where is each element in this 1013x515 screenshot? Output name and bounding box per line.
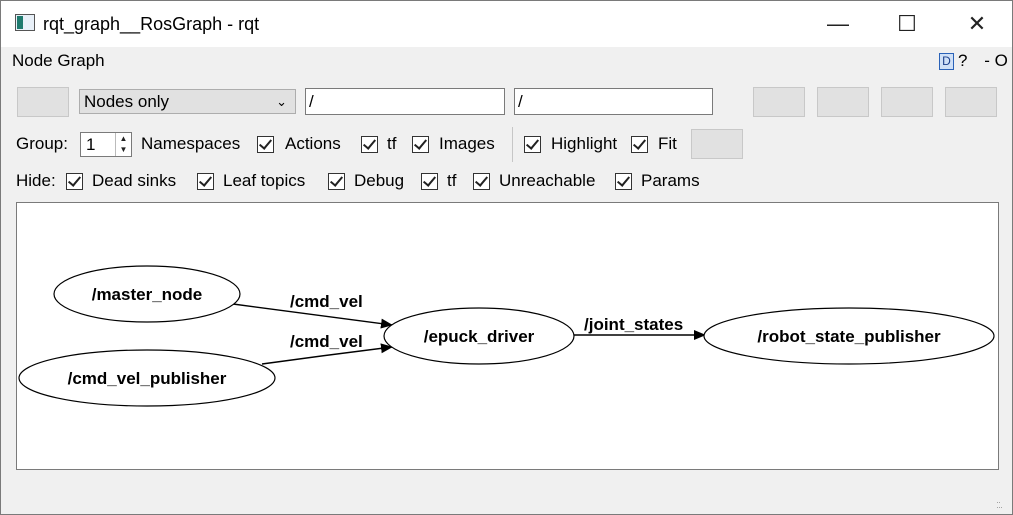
tf-group-label: tf bbox=[387, 134, 397, 153]
params-checkbox[interactable] bbox=[615, 173, 632, 190]
actions-checkbox[interactable] bbox=[257, 136, 274, 153]
edge-label-cmd-vel: /cmd_vel bbox=[290, 292, 363, 311]
refresh-button[interactable] bbox=[17, 87, 69, 117]
plugin-controls: D? - O bbox=[939, 51, 1008, 71]
dead-sinks-checkbox[interactable] bbox=[66, 173, 83, 190]
fit-checkbox[interactable] bbox=[631, 136, 648, 153]
hide-tf-checkbox[interactable] bbox=[421, 173, 438, 190]
node-label: /robot_state_publisher bbox=[757, 327, 941, 346]
graph-mode-select[interactable]: Nodes only ⌄ bbox=[79, 89, 296, 114]
close-icon: ✕ bbox=[967, 11, 987, 36]
node-label: /master_node bbox=[92, 285, 203, 304]
node-robot-state-publisher[interactable]: /robot_state_publisher bbox=[703, 307, 995, 365]
spinner-arrows-icon[interactable]: ▲ ▼ bbox=[115, 133, 131, 156]
images-label: Images bbox=[439, 134, 495, 153]
topic-filter-input[interactable]: / bbox=[514, 88, 713, 115]
namespaces-label: Namespaces bbox=[141, 134, 241, 153]
minimize-icon: — bbox=[827, 11, 849, 36]
leaf-topics-checkbox[interactable] bbox=[197, 173, 214, 190]
resize-grip-icon[interactable]: ·· ··· bbox=[996, 498, 1006, 512]
graph-svg: /cmd_vel /cmd_vel /joint_states /master_… bbox=[18, 265, 995, 407]
maximize-button[interactable]: ☐ bbox=[884, 1, 930, 47]
highlight-checkbox[interactable] bbox=[524, 136, 541, 153]
node-cmd-vel-publisher[interactable]: /cmd_vel_publisher bbox=[18, 349, 276, 407]
debug-checkbox[interactable] bbox=[328, 173, 345, 190]
group-label: Group: bbox=[16, 134, 68, 153]
rqt-app-icon bbox=[15, 14, 35, 31]
edge-label-joint-states: /joint_states bbox=[584, 315, 683, 334]
fit-view-button[interactable] bbox=[691, 129, 743, 159]
help-button[interactable]: ? bbox=[958, 51, 967, 70]
rqt-window: rqt_graph__RosGraph - rqt — ☐ ✕ Node Gra… bbox=[0, 0, 1013, 515]
title-bar[interactable]: rqt_graph__RosGraph - rqt — ☐ ✕ bbox=[1, 1, 1012, 47]
hide-tf-label: tf bbox=[447, 171, 457, 190]
unreachable-label: Unreachable bbox=[499, 171, 596, 190]
debug-label: Debug bbox=[354, 171, 405, 190]
graph-mode-value: Nodes only bbox=[84, 92, 170, 111]
close-button[interactable]: ✕ bbox=[954, 1, 1000, 47]
actions-label: Actions bbox=[285, 134, 341, 153]
dead-sinks-label: Dead sinks bbox=[92, 171, 177, 190]
group-depth-spinbox[interactable]: 1 ▲ ▼ bbox=[80, 132, 132, 157]
leaf-topics-label: Leaf topics bbox=[223, 171, 306, 190]
highlight-label: Highlight bbox=[551, 134, 618, 153]
node-label: /cmd_vel_publisher bbox=[68, 369, 227, 388]
params-label: Params bbox=[641, 171, 700, 190]
load-dot-button[interactable] bbox=[753, 87, 805, 117]
namespace-filter-input[interactable]: / bbox=[305, 88, 505, 115]
graph-canvas[interactable]: /cmd_vel /cmd_vel /joint_states /master_… bbox=[16, 202, 999, 470]
images-checkbox[interactable] bbox=[412, 136, 429, 153]
save-dot-button[interactable] bbox=[817, 87, 869, 117]
plugin-title: Node Graph bbox=[12, 51, 105, 70]
node-label: /epuck_driver bbox=[424, 327, 535, 346]
node-epuck-driver[interactable]: /epuck_driver bbox=[383, 307, 575, 365]
hide-label: Hide: bbox=[16, 171, 56, 190]
edge-label-cmd-vel: /cmd_vel bbox=[290, 332, 363, 351]
maximize-icon: ☐ bbox=[897, 11, 917, 36]
group-depth-value: 1 bbox=[86, 135, 96, 154]
plugin-window-controls[interactable]: - O bbox=[984, 51, 1008, 70]
fit-label: Fit bbox=[658, 134, 677, 153]
unreachable-checkbox[interactable] bbox=[473, 173, 490, 190]
dock-icon[interactable]: D bbox=[939, 53, 954, 71]
window-title: rqt_graph__RosGraph - rqt bbox=[43, 14, 260, 34]
save-image-button[interactable] bbox=[945, 87, 997, 117]
tf-group-checkbox[interactable] bbox=[361, 136, 378, 153]
node-master-node[interactable]: /master_node bbox=[53, 265, 241, 323]
chevron-down-icon: ⌄ bbox=[276, 94, 287, 109]
minimize-button[interactable]: — bbox=[815, 1, 861, 47]
save-svg-button[interactable] bbox=[881, 87, 933, 117]
options-divider bbox=[512, 127, 513, 162]
